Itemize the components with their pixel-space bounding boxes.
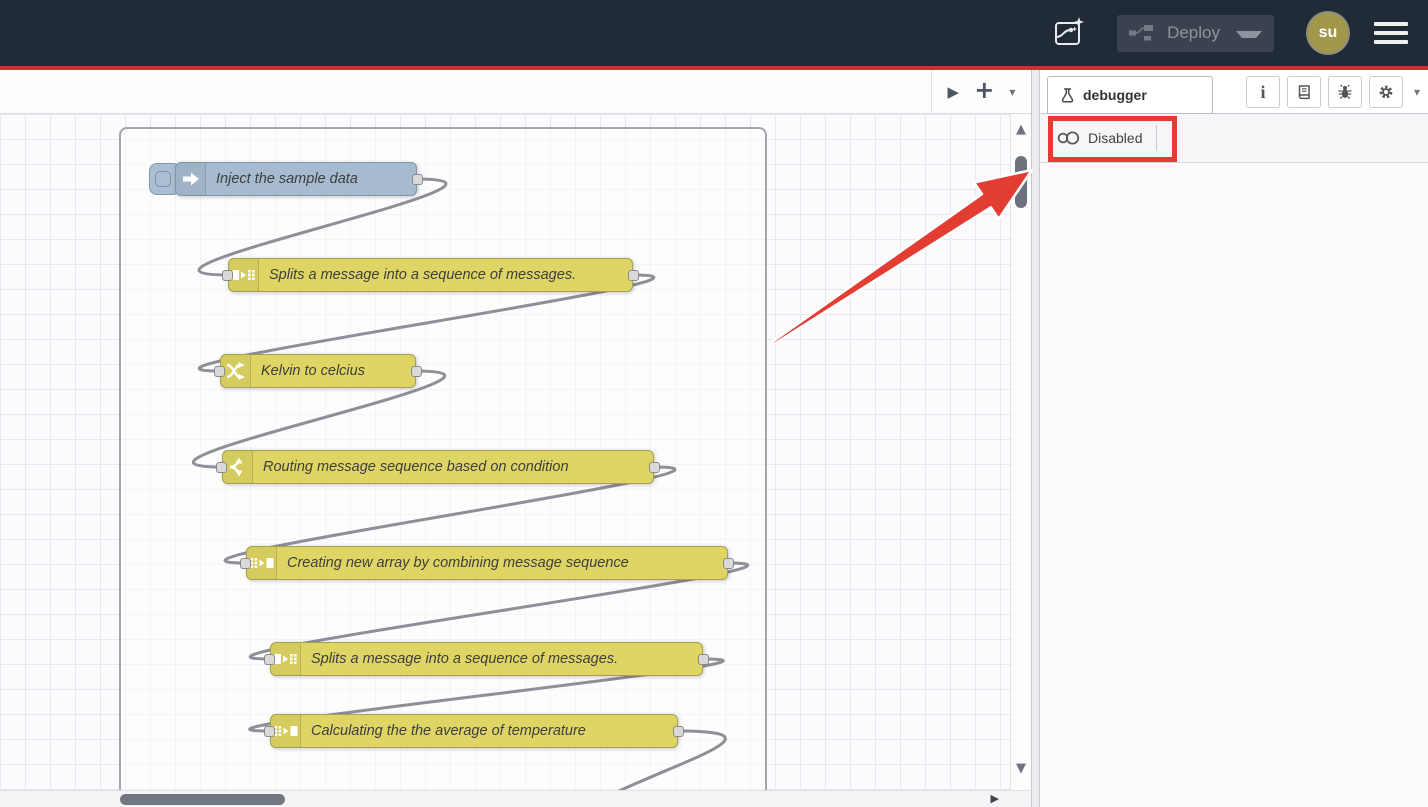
input-port[interactable] — [216, 462, 227, 473]
workspace-area: ▶ + ▾ — [0, 70, 1031, 807]
switch-icon — [223, 451, 253, 483]
deploy-button-label: Deploy — [1167, 23, 1220, 43]
node-switch[interactable]: Routing message sequence based on condit… — [222, 450, 654, 484]
canvas-vertical-scrollbar[interactable]: ▲ ▼ — [1010, 114, 1031, 790]
flow-sparkle-icon — [1051, 15, 1087, 51]
toolbar-separator — [1156, 125, 1157, 151]
gear-icon — [1378, 84, 1394, 100]
header-red-underline — [0, 66, 1428, 70]
inject-icon — [176, 163, 206, 195]
input-port[interactable] — [214, 366, 225, 377]
output-port[interactable] — [411, 366, 422, 377]
ai-flow-assistant-button[interactable] — [1049, 13, 1089, 53]
join-icon — [247, 547, 277, 579]
output-port[interactable] — [698, 654, 709, 665]
tab-debugger[interactable]: debugger — [1047, 76, 1213, 114]
change-icon — [221, 355, 251, 387]
node-join-1[interactable]: Creating new array by combining message … — [246, 546, 728, 580]
node-label: Splits a message into a sequence of mess… — [259, 259, 632, 291]
hamburger-icon — [1374, 22, 1408, 26]
node-split-2[interactable]: Splits a message into a sequence of mess… — [270, 642, 703, 676]
book-icon — [1296, 84, 1312, 100]
disabled-label: Disabled — [1088, 130, 1142, 146]
input-port[interactable] — [240, 558, 251, 569]
node-label: Calculating the the average of temperatu… — [301, 715, 677, 747]
horizontal-scrollbar-thumb[interactable] — [120, 794, 285, 805]
info-icon: i — [1260, 82, 1265, 103]
node-red-app: Deploy su ▶ + ▾ — [0, 0, 1428, 807]
scroll-tabs-right-button[interactable]: ▶ — [948, 83, 960, 101]
sidebar-tab-bar: debugger i — [1040, 70, 1428, 114]
deploy-nodes-icon — [1129, 24, 1155, 42]
flow-tab-controls: ▶ + ▾ — [931, 70, 1031, 113]
deploy-button[interactable]: Deploy — [1117, 15, 1274, 52]
node-change[interactable]: Kelvin to celcius — [220, 354, 416, 388]
tab-debugger-label: debugger — [1083, 87, 1147, 103]
output-port[interactable] — [412, 174, 423, 185]
scroll-up-icon[interactable]: ▲ — [1011, 122, 1031, 137]
join-icon — [271, 715, 301, 747]
node-label: Routing message sequence based on condit… — [253, 451, 653, 483]
flow-canvas[interactable]: Inject the sample data Splits a message … — [0, 114, 1031, 790]
help-panel-button[interactable] — [1287, 76, 1321, 108]
input-port[interactable] — [264, 726, 275, 737]
scroll-right-icon[interactable]: ▶ — [991, 792, 999, 805]
add-flow-button[interactable]: + — [974, 76, 994, 104]
node-label: Splits a message into a sequence of mess… — [301, 643, 702, 675]
info-panel-button[interactable]: i — [1246, 76, 1280, 108]
avatar-initials: su — [1319, 24, 1338, 42]
node-label: Inject the sample data — [206, 163, 416, 195]
vertical-scrollbar-thumb[interactable] — [1015, 156, 1027, 208]
config-nodes-button[interactable] — [1369, 76, 1403, 108]
node-label: Creating new array by combining message … — [277, 547, 727, 579]
flask-icon — [1060, 87, 1075, 103]
debug-panel-content — [1040, 163, 1428, 806]
input-port[interactable] — [264, 654, 275, 665]
input-port[interactable] — [222, 270, 233, 281]
sidebar-panel-buttons: i — [1246, 76, 1420, 108]
node-join-2[interactable]: Calculating the the average of temperatu… — [270, 714, 678, 748]
canvas-horizontal-scrollbar[interactable]: ▶ — [0, 790, 1031, 807]
sidebar-expand-chevron-icon[interactable]: ▾ — [1414, 85, 1420, 99]
output-port[interactable] — [649, 462, 660, 473]
main-menu-button[interactable] — [1374, 17, 1408, 49]
debug-toolbar: Disabled — [1040, 114, 1428, 163]
sidebar: debugger i — [1040, 70, 1428, 807]
split-icon — [229, 259, 259, 291]
node-split-1[interactable]: Splits a message into a sequence of mess… — [228, 258, 633, 292]
deploy-options-chevron-icon[interactable] — [1236, 31, 1262, 38]
flow-list-chevron-button[interactable]: ▾ — [1009, 85, 1015, 99]
node-inject[interactable]: Inject the sample data — [175, 162, 417, 196]
header-bar: Deploy su — [0, 0, 1428, 66]
output-port[interactable] — [673, 726, 684, 737]
output-port[interactable] — [628, 270, 639, 281]
sidebar-splitter[interactable] — [1031, 70, 1040, 807]
scroll-down-icon[interactable]: ▼ — [1011, 761, 1031, 776]
bug-icon — [1337, 84, 1353, 100]
flow-tab-bar: ▶ + ▾ — [0, 70, 1031, 114]
node-label: Kelvin to celcius — [251, 355, 415, 387]
debug-panel-button[interactable] — [1328, 76, 1362, 108]
output-port[interactable] — [723, 558, 734, 569]
user-avatar[interactable]: su — [1308, 13, 1348, 53]
split-icon — [271, 643, 301, 675]
debug-disabled-toggle[interactable]: Disabled — [1057, 130, 1142, 146]
toggle-off-icon — [1057, 131, 1080, 145]
